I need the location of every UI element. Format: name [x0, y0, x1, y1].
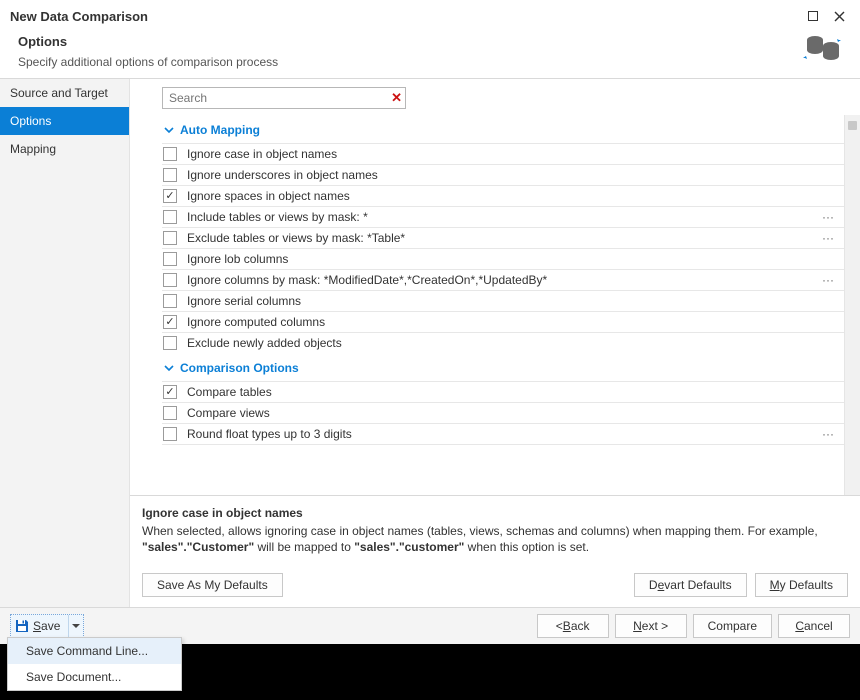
search-input[interactable]	[162, 87, 406, 109]
option-label: Ignore computed columns	[187, 315, 838, 329]
edit-value-button[interactable]: ···	[818, 427, 838, 441]
checkbox[interactable]	[163, 189, 177, 203]
option-row[interactable]: Exclude newly added objects	[162, 332, 844, 353]
search-box: ✕	[162, 87, 406, 109]
option-label: Ignore serial columns	[187, 294, 838, 308]
option-row[interactable]: Compare views	[162, 402, 844, 423]
cancel-button[interactable]: Cancel	[778, 614, 850, 638]
save-dropdown-toggle[interactable]	[69, 615, 83, 637]
description-body: When selected, allows ignoring case in o…	[142, 523, 840, 555]
checkbox[interactable]	[163, 231, 177, 245]
option-label: Exclude newly added objects	[187, 336, 838, 350]
option-row[interactable]: Ignore spaces in object names	[162, 185, 844, 206]
menu-item-save-command-line[interactable]: Save Command Line...	[8, 638, 181, 664]
option-row[interactable]: Round float types up to 3 digits···	[162, 423, 844, 444]
save-dropdown-menu: Save Command Line... Save Document...	[7, 637, 182, 691]
close-icon	[834, 11, 845, 22]
sidebar-item-mapping[interactable]: Mapping	[0, 135, 129, 163]
save-button[interactable]: Save	[11, 615, 69, 637]
checkbox[interactable]	[163, 336, 177, 350]
next-button[interactable]: Next >	[615, 614, 687, 638]
header-description: Specify additional options of comparison…	[18, 55, 802, 69]
option-label: Exclude tables or views by mask: *Table*	[187, 231, 818, 245]
option-label: Ignore spaces in object names	[187, 189, 838, 203]
sidebar-item-source-target[interactable]: Source and Target	[0, 79, 129, 107]
chevron-down-icon	[162, 123, 176, 137]
edit-mask-button[interactable]: ···	[818, 273, 838, 287]
group-header-auto-mapping[interactable]: Auto Mapping	[162, 115, 844, 143]
option-row[interactable]: Ignore lob columns	[162, 248, 844, 269]
option-label: Include tables or views by mask: *	[187, 210, 818, 224]
checkbox[interactable]	[163, 210, 177, 224]
floppy-disk-icon	[15, 619, 29, 633]
description-title: Ignore case in object names	[142, 506, 840, 520]
checkbox[interactable]	[163, 406, 177, 420]
checkbox[interactable]	[163, 273, 177, 287]
clear-search-icon[interactable]: ✕	[391, 90, 402, 106]
header-title: Options	[18, 34, 802, 49]
option-row[interactable]: Ignore computed columns	[162, 311, 844, 332]
checkbox[interactable]	[163, 315, 177, 329]
save-split-button[interactable]: Save	[10, 614, 84, 638]
edit-mask-button[interactable]: ···	[818, 210, 838, 224]
checkbox[interactable]	[163, 168, 177, 182]
options-panel: ✕ Auto Mapping Ignore case in object nam…	[130, 79, 860, 607]
chevron-down-icon	[162, 361, 176, 375]
sidebar-item-options[interactable]: Options	[0, 107, 129, 135]
option-row[interactable]: Ignore case in object names	[162, 143, 844, 164]
wizard-steps-sidebar: Source and Target Options Mapping	[0, 79, 130, 607]
option-row[interactable]: Include tables or views by mask: *···	[162, 206, 844, 227]
checkbox[interactable]	[163, 147, 177, 161]
option-label: Ignore columns by mask: *ModifiedDate*,*…	[187, 273, 818, 287]
group-title: Auto Mapping	[180, 123, 260, 137]
option-row[interactable]: Ignore columns by mask: *ModifiedDate*,*…	[162, 269, 844, 290]
vertical-scrollbar[interactable]	[844, 115, 860, 495]
option-description: Ignore case in object names When selecte…	[130, 495, 860, 565]
group-title: Comparison Options	[180, 361, 299, 375]
my-defaults-button[interactable]: My Defaults	[755, 573, 848, 597]
dialog-window: New Data Comparison Options Specify addi…	[0, 0, 860, 644]
option-label: Compare tables	[187, 385, 838, 399]
window-title: New Data Comparison	[10, 9, 800, 24]
defaults-button-row: Save As My Defaults Devart Defaults My D…	[130, 565, 860, 607]
option-row[interactable]: Ignore serial columns	[162, 290, 844, 311]
compare-button[interactable]: Compare	[693, 614, 772, 638]
dialog-body: Source and Target Options Mapping ✕ Auto…	[0, 78, 860, 607]
group-header-comparison-options[interactable]: Comparison Options	[162, 353, 844, 381]
option-label: Ignore lob columns	[187, 252, 838, 266]
compare-databases-icon	[802, 28, 844, 70]
option-row[interactable]: Ignore underscores in object names	[162, 164, 844, 185]
close-button[interactable]	[826, 6, 852, 26]
maximize-icon	[808, 11, 818, 21]
option-row[interactable]: Exclude tables or views by mask: *Table*…	[162, 227, 844, 248]
back-button[interactable]: < Back	[537, 614, 609, 638]
checkbox[interactable]	[163, 427, 177, 441]
option-label: Round float types up to 3 digits	[187, 427, 818, 441]
checkbox[interactable]	[163, 294, 177, 308]
option-label: Ignore underscores in object names	[187, 168, 838, 182]
edit-mask-button[interactable]: ···	[818, 231, 838, 245]
option-row[interactable]: Compare tables	[162, 381, 844, 402]
menu-item-save-document[interactable]: Save Document...	[8, 664, 181, 690]
title-bar: New Data Comparison	[0, 0, 860, 30]
option-label: Compare views	[187, 406, 838, 420]
option-label: Ignore case in object names	[187, 147, 838, 161]
dialog-header: Options Specify additional options of co…	[0, 30, 860, 78]
save-as-my-defaults-button[interactable]: Save As My Defaults	[142, 573, 283, 597]
scrollbar-thumb[interactable]	[848, 121, 857, 130]
options-list: Auto Mapping Ignore case in object names…	[130, 115, 844, 495]
checkbox[interactable]	[163, 252, 177, 266]
caret-down-icon	[72, 624, 80, 629]
maximize-button[interactable]	[800, 6, 826, 26]
checkbox[interactable]	[163, 385, 177, 399]
devart-defaults-button[interactable]: Devart Defaults	[634, 573, 747, 597]
